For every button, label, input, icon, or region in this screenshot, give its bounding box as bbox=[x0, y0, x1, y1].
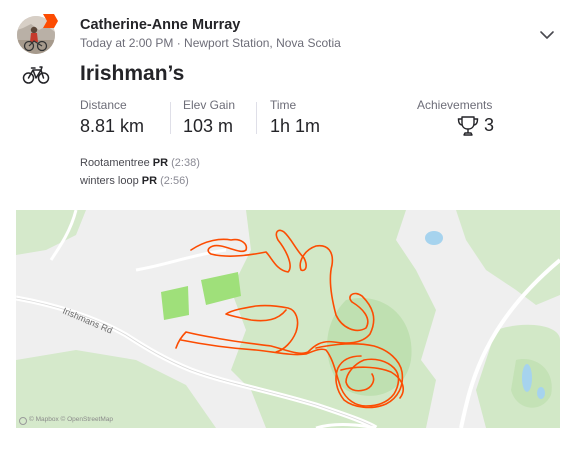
pr-badge: PR bbox=[141, 175, 158, 187]
segment-name: winters loop bbox=[80, 175, 139, 187]
segment-effort[interactable]: winters loop PR (2:56) bbox=[80, 175, 189, 187]
achievements-summary: 3 bbox=[456, 114, 516, 138]
subscriber-badge-icon bbox=[43, 14, 58, 28]
stat-distance: Distance 8.81 km bbox=[80, 98, 144, 137]
stat-value: 8.81 km bbox=[80, 116, 145, 136]
activity-title[interactable]: Irishman’s bbox=[80, 62, 184, 86]
pr-badge: PR bbox=[152, 157, 169, 169]
map-attribution[interactable]: © Mapbox © OpenStreetMap bbox=[29, 416, 113, 423]
map-canvas: Irishmans Rd bbox=[16, 210, 560, 428]
stat-value: 1h 1m bbox=[270, 116, 321, 136]
achievements[interactable]: Achievements 3 bbox=[417, 98, 494, 136]
stat-elev-gain: Elev Gain 103 m bbox=[183, 98, 235, 137]
route-map[interactable]: Irishmans Rd © Mapbox © OpenStreetMap bbox=[16, 210, 560, 428]
achievements-label: Achievements bbox=[417, 98, 493, 112]
stat-label: Distance bbox=[80, 98, 127, 112]
segment-name: Rootamentree bbox=[80, 157, 150, 169]
bike-icon bbox=[22, 66, 50, 84]
stat-value: 103 m bbox=[183, 116, 234, 136]
stat-label: Time bbox=[270, 98, 297, 112]
divider bbox=[170, 102, 171, 134]
segment-effort[interactable]: Rootamentree PR (2:38) bbox=[80, 157, 200, 169]
divider bbox=[256, 102, 257, 134]
achievements-count: 3 bbox=[484, 115, 495, 135]
activity-meta: Today at 2:00 PM · Newport Station, Nova… bbox=[80, 36, 341, 50]
athlete-name[interactable]: Catherine-Anne Murray bbox=[80, 17, 240, 33]
avatar[interactable] bbox=[17, 14, 58, 54]
activity-card: Catherine-Anne Murray Today at 2:00 PM ·… bbox=[0, 0, 578, 450]
segment-time: (2:38) bbox=[171, 157, 200, 169]
chevron-down-icon[interactable] bbox=[538, 26, 556, 44]
stat-time: Time 1h 1m bbox=[270, 98, 320, 137]
stat-label: Elev Gain bbox=[183, 98, 236, 112]
segment-time: (2:56) bbox=[160, 175, 189, 187]
trophy-icon bbox=[457, 116, 479, 136]
